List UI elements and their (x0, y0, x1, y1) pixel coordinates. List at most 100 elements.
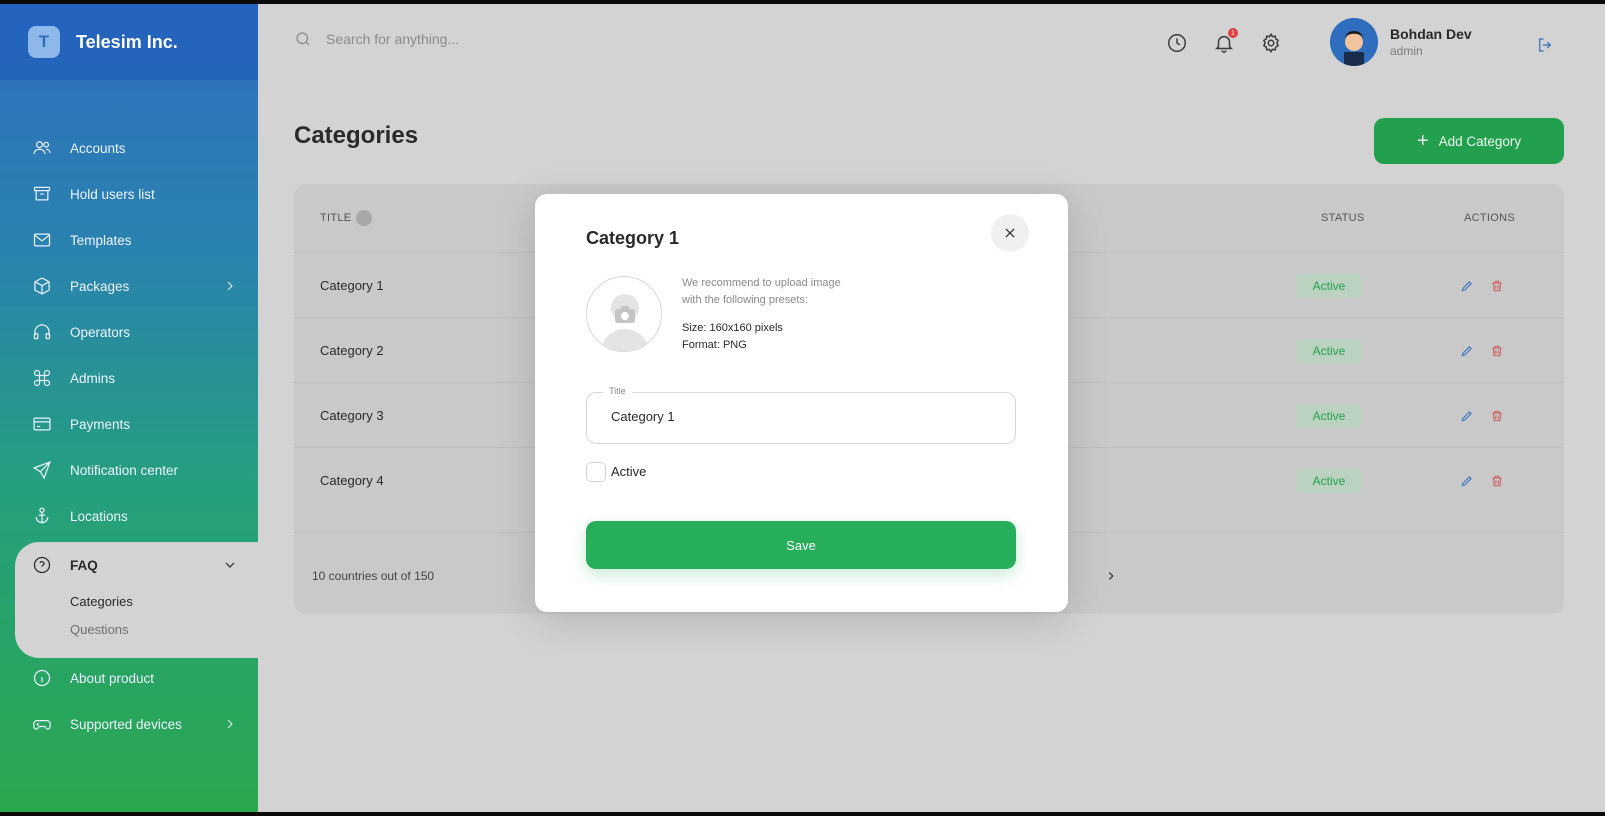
help-circle-icon (33, 556, 51, 574)
gamepad-icon (33, 720, 51, 730)
anchor-icon (35, 507, 49, 524)
edit-icon[interactable] (1460, 409, 1474, 423)
logout-icon[interactable] (1536, 36, 1554, 54)
sidebar-item-label: Payments (70, 416, 131, 432)
sidebar-item-accounts[interactable]: Accounts (0, 128, 258, 168)
command-icon (33, 369, 51, 387)
title-input[interactable] (611, 409, 991, 424)
trash-icon[interactable] (1490, 344, 1504, 358)
sidebar-item-label: Locations (70, 508, 128, 524)
camera-icon (601, 294, 649, 351)
app-window: T Telesim Inc. Accounts Hold users list … (0, 4, 1605, 812)
sidebar-item-label: Packages (70, 278, 130, 294)
row-title: Category 3 (320, 408, 384, 423)
brand-name: Telesim Inc. (76, 31, 178, 52)
sidebar-item-label: Accounts (70, 140, 126, 156)
sidebar-item-label: Notification center (70, 462, 179, 478)
search-icon (296, 32, 310, 46)
chevron-right-icon (227, 719, 233, 729)
notification-badge: 1 (1228, 28, 1238, 38)
close-icon (1005, 228, 1015, 238)
sidebar-item-label: Hold users list (70, 186, 155, 202)
column-header-actions: ACTIONS (1464, 212, 1515, 224)
sidebar-faq-group: FAQ Categories Questions (15, 542, 258, 658)
credit-card-icon (33, 417, 51, 431)
active-checkbox[interactable] (586, 462, 606, 482)
users-icon (33, 141, 51, 154)
sidebar-item-label: Supported devices (70, 716, 182, 732)
user-avatar-icon (1330, 18, 1378, 66)
modal-title: Category 1 (586, 228, 680, 248)
send-icon (32, 461, 51, 480)
sidebar-item-operators[interactable]: Operators (0, 312, 258, 352)
headphones-icon (33, 324, 51, 340)
gear-icon[interactable] (1260, 32, 1282, 54)
image-upload[interactable] (586, 276, 662, 352)
active-checkbox-label[interactable]: Active (611, 464, 646, 479)
topbar: 1 Bohdan Dev admin (258, 4, 1605, 80)
sidebar-item-payments[interactable]: Payments (0, 404, 258, 444)
sidebar-item-label: Templates (70, 232, 132, 248)
user-role: admin (1390, 44, 1423, 58)
edit-icon[interactable] (1460, 279, 1474, 293)
category-modal: Category 1 We recommend to upload image … (535, 194, 1068, 612)
sidebar-item-packages[interactable]: Packages (0, 266, 258, 306)
sidebar-subitem-categories[interactable]: Categories (70, 594, 133, 609)
row-title: Category 4 (320, 473, 384, 488)
search-input[interactable] (326, 31, 626, 47)
sidebar-item-notification-center[interactable]: Notification center (0, 450, 258, 490)
column-header-title[interactable]: TITLE (320, 212, 351, 224)
title-field-label: Title (603, 386, 632, 396)
upload-size-spec: Size: 160x160 pixels (682, 322, 783, 334)
brand-logo: T (28, 26, 60, 58)
archive-icon (33, 186, 51, 201)
avatar[interactable] (1330, 18, 1378, 66)
plus-icon: + (1416, 130, 1429, 152)
sidebar-subitem-questions[interactable]: Questions (70, 622, 129, 637)
pagination-summary: 10 countries out of 150 (312, 569, 435, 583)
clock-icon[interactable] (1166, 32, 1188, 54)
status-badge: Active (1296, 274, 1362, 298)
sidebar: T Telesim Inc. Accounts Hold users list … (0, 4, 258, 812)
sidebar-item-label: Operators (70, 324, 131, 340)
add-category-label: Add Category (1438, 133, 1522, 149)
info-icon (33, 669, 51, 687)
sidebar-item-label: FAQ (70, 557, 98, 573)
trash-icon[interactable] (1490, 409, 1504, 423)
sidebar-item-label: Admins (70, 370, 116, 386)
page-title: Categories (294, 122, 419, 149)
save-button[interactable]: Save (586, 521, 1016, 569)
title-field: Title (586, 386, 1016, 444)
brand[interactable]: T Telesim Inc. (0, 4, 258, 80)
sidebar-item-hold-users[interactable]: Hold users list (0, 174, 258, 214)
box-icon (34, 277, 50, 295)
sidebar-item-supported-devices[interactable]: Supported devices (0, 704, 258, 744)
edit-icon[interactable] (1460, 344, 1474, 358)
chevron-down-icon[interactable] (222, 557, 238, 573)
user-name: Bohdan Dev (1390, 26, 1472, 42)
status-badge: Active (1296, 469, 1362, 493)
row-title: Category 1 (320, 278, 384, 293)
sidebar-item-admins[interactable]: Admins (0, 358, 258, 398)
chevron-right-icon[interactable] (1104, 569, 1118, 583)
close-button[interactable] (991, 214, 1029, 252)
mail-icon (33, 233, 51, 247)
chevron-right-icon (227, 281, 233, 291)
sort-toggle[interactable] (356, 210, 372, 226)
add-category-button[interactable]: + Add Category (1374, 118, 1564, 164)
sidebar-item-locations[interactable]: Locations (0, 496, 258, 536)
trash-icon[interactable] (1490, 474, 1504, 488)
upload-format-spec: Format: PNG (682, 339, 747, 351)
upload-hint: with the following presets: (682, 294, 808, 306)
edit-icon[interactable] (1460, 474, 1474, 488)
sidebar-item-templates[interactable]: Templates (0, 220, 258, 260)
sidebar-item-about-product[interactable]: About product (0, 658, 258, 698)
trash-icon[interactable] (1490, 279, 1504, 293)
status-badge: Active (1296, 404, 1362, 428)
search-box[interactable] (294, 30, 626, 48)
sidebar-item-label: About product (70, 670, 155, 686)
sidebar-item-faq[interactable]: FAQ (32, 555, 98, 575)
upload-hint: We recommend to upload image (682, 277, 841, 289)
status-badge: Active (1296, 339, 1362, 363)
column-header-status: STATUS (1321, 212, 1365, 224)
